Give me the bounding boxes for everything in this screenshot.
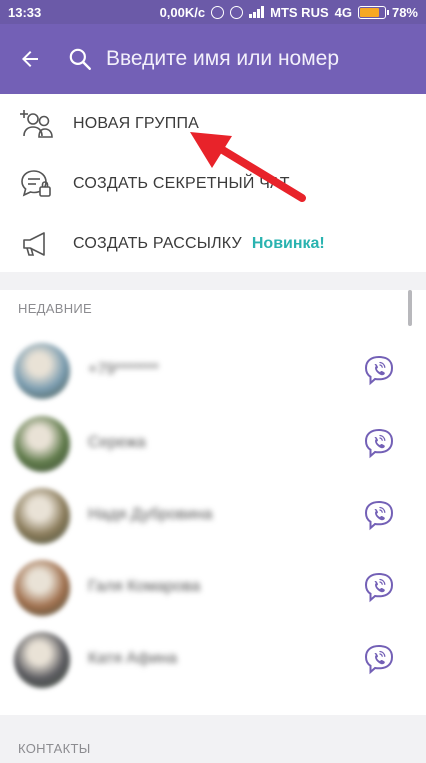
back-button[interactable] — [0, 24, 60, 94]
contact-name: Сережа — [88, 434, 146, 451]
avatar — [14, 343, 70, 399]
search-icon — [69, 48, 91, 70]
app-bar — [0, 24, 426, 94]
status-right: 0,00K/c MTS RUS 4G 78% — [160, 5, 418, 20]
search-button[interactable] — [60, 24, 100, 94]
contact-name: +79******* — [88, 361, 159, 378]
avatar — [14, 632, 70, 688]
new-badge: Новинка! — [251, 235, 325, 252]
contact-row[interactable]: Галя Комарова — [0, 552, 426, 624]
search-input[interactable] — [100, 39, 426, 79]
avatar — [14, 488, 70, 544]
status-carrier: MTS RUS — [270, 4, 329, 20]
battery-percent: 78% — [391, 4, 418, 20]
status-time: 13:33 — [8, 4, 42, 20]
signal-icon — [249, 6, 265, 18]
action-label: СОЗДАТЬ РАССЫЛКУ — [73, 235, 242, 252]
action-label: НОВАЯ ГРУППА — [73, 115, 200, 132]
add-group-icon — [18, 106, 54, 142]
contact-name: Галя Комарова — [88, 578, 201, 595]
contact-name: Катя Афина — [88, 650, 177, 667]
annotation-arrow-icon — [190, 132, 306, 202]
battery-fill — [359, 7, 379, 17]
viber-call-icon[interactable] — [362, 427, 396, 461]
sync-off-icon — [211, 5, 225, 19]
arrow-left-icon — [22, 51, 38, 67]
avatar — [14, 560, 70, 616]
status-speed: 0,00K/c — [159, 4, 206, 20]
recent-heading: НЕДАВНИЕ — [18, 301, 93, 316]
contact-row[interactable]: Сережа — [0, 408, 426, 480]
alarm-icon — [230, 5, 244, 19]
contacts-heading: КОНТАКТЫ — [18, 741, 91, 756]
scrollbar[interactable] — [408, 290, 412, 326]
contact-row[interactable]: Надя Дубровина — [0, 480, 426, 552]
battery-icon — [357, 5, 389, 19]
megaphone-icon — [18, 226, 54, 262]
avatar — [14, 416, 70, 472]
contact-row[interactable]: Катя Афина — [0, 624, 426, 696]
secret-chat-icon — [18, 166, 54, 202]
status-bar: 13:33 0,00K/c MTS RUS 4G 78% — [0, 0, 426, 24]
broadcast-action[interactable]: СОЗДАТЬ РАССЫЛКУ Новинка! — [0, 214, 426, 274]
contact-row[interactable]: +79******* — [0, 335, 426, 407]
viber-call-icon[interactable] — [362, 354, 396, 388]
viber-call-icon[interactable] — [362, 643, 396, 677]
contact-name: Надя Дубровина — [88, 506, 213, 523]
status-network: 4G — [334, 4, 352, 20]
viber-call-icon[interactable] — [362, 499, 396, 533]
viber-call-icon[interactable] — [362, 571, 396, 605]
